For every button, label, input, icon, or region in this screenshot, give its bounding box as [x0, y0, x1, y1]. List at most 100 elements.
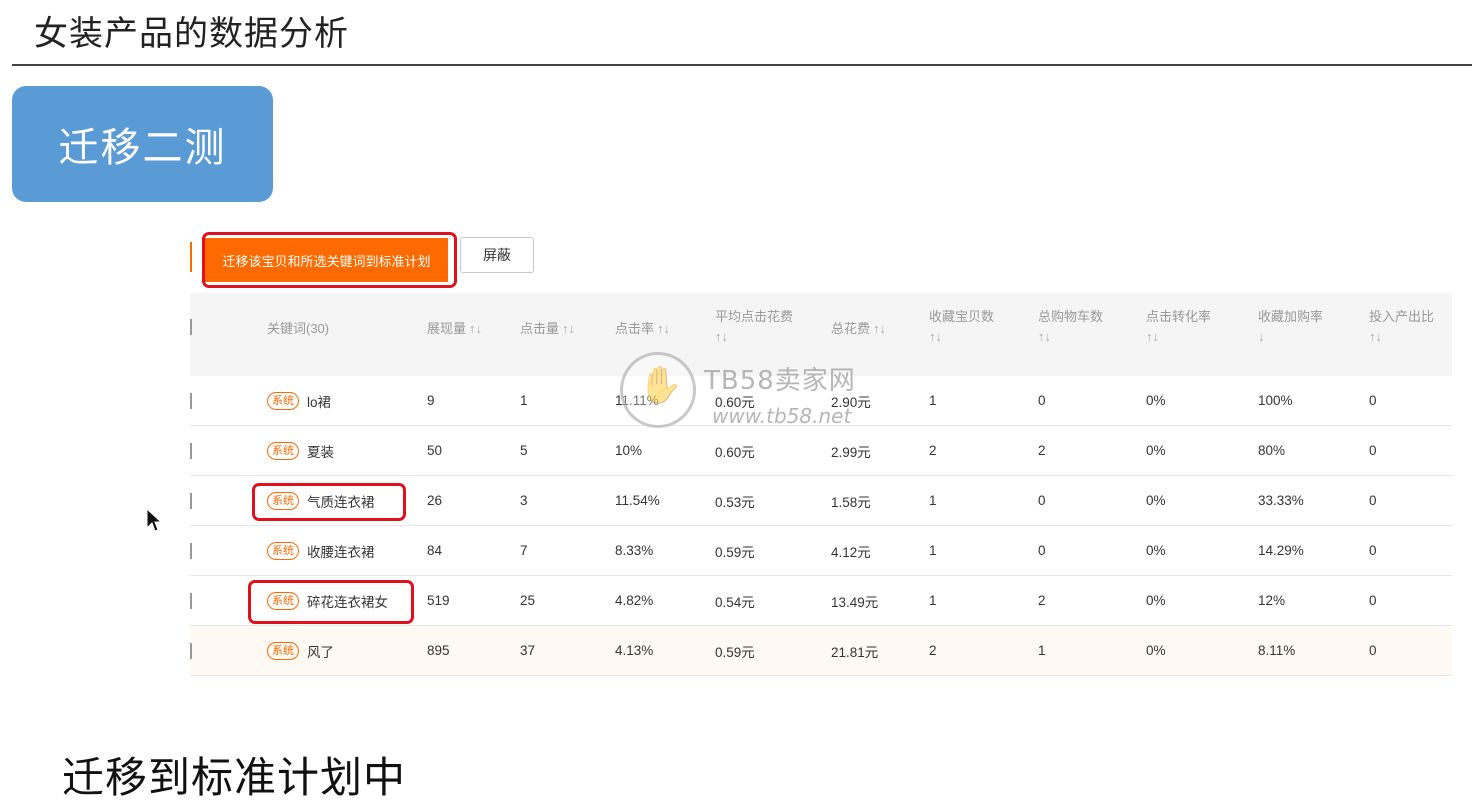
fav-items-cell: 1 [929, 475, 1038, 526]
ctr-cell: 8.33% [615, 525, 715, 576]
row-checkbox[interactable] [190, 575, 267, 626]
keyword-cell: 系统 夏装 [267, 425, 427, 476]
system-tag: 系统 [267, 541, 299, 560]
table-row: 系统 lo裙 9 1 11.11% 0.60元 2.90元 1 0 0% 100%… [190, 376, 1452, 426]
roi-cell: 0 [1369, 376, 1452, 426]
keyword-cell: 系统 气质连衣裙 [252, 475, 427, 526]
roi-cell: 0 [1369, 575, 1452, 626]
table-row: 系统 夏装 50 5 10% 0.60元 2.99元 2 2 0% 80% 0 [190, 425, 1452, 476]
tab-stub [190, 242, 192, 272]
clicks-cell: 7 [520, 525, 615, 576]
impressions-cell: 519 [427, 575, 520, 626]
ctr-cell: 11.11% [615, 376, 715, 426]
ctr-cell: 4.82% [615, 575, 715, 626]
clicks-cell: 37 [520, 625, 615, 676]
col-header-clicks[interactable]: 点击量 ↑↓ [520, 293, 615, 376]
fav-items-cell: 1 [929, 525, 1038, 576]
roi-cell: 0 [1369, 425, 1452, 476]
shield-button[interactable]: 屏蔽 [460, 237, 534, 273]
impressions-cell: 50 [427, 425, 520, 476]
impressions-cell: 84 [427, 525, 520, 576]
total-cost-cell: 2.99元 [831, 425, 929, 476]
col-header-fav-cart-rate[interactable]: 收藏加购率 ↓ [1258, 293, 1369, 376]
avg-cpc-cell: 0.59元 [715, 525, 831, 576]
fav-cart-rate-cell: 8.11% [1258, 625, 1369, 676]
page-title: 女装产品的数据分析 [34, 14, 349, 54]
col-header-cvr[interactable]: 点击转化率 ↑↓ [1146, 293, 1258, 376]
impressions-cell: 895 [427, 625, 520, 676]
row-checkbox[interactable] [190, 425, 267, 476]
row-checkbox[interactable] [190, 475, 267, 526]
impressions-cell: 26 [427, 475, 520, 526]
table-row: 系统 碎花连衣裙女 519 25 4.82% 0.54元 13.49元 1 2 0… [190, 575, 1452, 626]
section-badge: 迁移二测 [12, 86, 273, 202]
total-cost-cell: 2.90元 [831, 376, 929, 426]
cvr-cell: 0% [1146, 475, 1258, 526]
clicks-cell: 1 [520, 376, 615, 426]
system-tag: 系统 [267, 641, 299, 660]
cart-cell: 0 [1038, 376, 1146, 426]
fav-cart-rate-cell: 33.33% [1258, 475, 1369, 526]
clicks-cell: 25 [520, 575, 615, 626]
total-cost-cell: 1.58元 [831, 475, 929, 526]
table-row: 系统 气质连衣裙 26 3 11.54% 0.53元 1.58元 1 0 0% 3… [190, 475, 1452, 526]
fav-cart-rate-cell: 12% [1258, 575, 1369, 626]
total-cost-cell: 13.49元 [831, 575, 929, 626]
table-row: 系统 收腰连衣裙 84 7 8.33% 0.59元 4.12元 1 0 0% 14… [190, 525, 1452, 576]
avg-cpc-cell: 0.59元 [715, 625, 831, 676]
clicks-cell: 3 [520, 475, 615, 526]
keyword-cell: 系统 碎花连衣裙女 [248, 575, 427, 626]
system-tag: 系统 [267, 591, 299, 610]
ctr-cell: 4.13% [615, 625, 715, 676]
avg-cpc-cell: 0.60元 [715, 425, 831, 476]
col-header-fav-items[interactable]: 收藏宝贝数 ↑↓ [929, 293, 1038, 376]
fav-items-cell: 2 [929, 625, 1038, 676]
cart-cell: 0 [1038, 525, 1146, 576]
fav-items-cell: 2 [929, 425, 1038, 476]
section-badge-label: 迁移二测 [58, 125, 227, 171]
col-header-cart[interactable]: 总购物车数 ↑↓ [1038, 293, 1146, 376]
col-header-ctr[interactable]: 点击率 ↑↓ [615, 293, 715, 376]
fav-cart-rate-cell: 100% [1258, 376, 1369, 426]
ctr-cell: 11.54% [615, 475, 715, 526]
row-checkbox[interactable] [190, 376, 267, 426]
cart-cell: 1 [1038, 625, 1146, 676]
cvr-cell: 0% [1146, 425, 1258, 476]
row-checkbox[interactable] [190, 525, 267, 576]
table-row: 系统 风了 895 37 4.13% 0.59元 21.81元 2 1 0% 8.… [190, 625, 1452, 676]
avg-cpc-cell: 0.54元 [715, 575, 831, 626]
fav-cart-rate-cell: 14.29% [1258, 525, 1369, 576]
avg-cpc-cell: 0.60元 [715, 376, 831, 426]
col-header-keyword: 关键词(30) [267, 293, 427, 376]
row-checkbox[interactable] [190, 625, 267, 676]
mouse-pointer-icon [146, 507, 163, 538]
table-header-row: 关键词(30) 展现量 ↑↓ 点击量 ↑↓ 点击率 ↑↓ 平均点击花费 ↑↓ 总花费 ↑↓… [190, 293, 1452, 376]
cart-cell: 2 [1038, 575, 1146, 626]
bottom-caption: 迁移到标准计划中 [62, 753, 407, 802]
keyword-cell: 系统 风了 [267, 625, 427, 676]
avg-cpc-cell: 0.53元 [715, 475, 831, 526]
keyword-cell: 系统 收腰连衣裙 [267, 525, 427, 576]
ctr-cell: 10% [615, 425, 715, 476]
fav-items-cell: 1 [929, 376, 1038, 426]
total-cost-cell: 21.81元 [831, 625, 929, 676]
roi-cell: 0 [1369, 525, 1452, 576]
col-header-roi[interactable]: 投入产出比 ↑↓ [1369, 293, 1452, 376]
col-header-total-cost[interactable]: 总花费 ↑↓ [831, 293, 929, 376]
keyword-cell: 系统 lo裙 [267, 376, 427, 426]
clicks-cell: 5 [520, 425, 615, 476]
title-divider [12, 64, 1472, 66]
select-all-checkbox[interactable] [190, 293, 267, 376]
system-tag: 系统 [267, 441, 299, 460]
roi-cell: 0 [1369, 625, 1452, 676]
cvr-cell: 0% [1146, 625, 1258, 676]
fav-cart-rate-cell: 80% [1258, 425, 1369, 476]
col-header-impressions[interactable]: 展现量 ↑↓ [427, 293, 520, 376]
cvr-cell: 0% [1146, 575, 1258, 626]
system-tag: 系统 [267, 391, 299, 410]
keyword-panel: 迁移该宝贝和所选关键词到标准计划 屏蔽 关键词(30) 展现量 ↑↓ 点击量 ↑↓ … [190, 228, 1452, 676]
col-header-avg-cpc[interactable]: 平均点击花费 ↑↓ [715, 293, 831, 376]
keyword-table: 关键词(30) 展现量 ↑↓ 点击量 ↑↓ 点击率 ↑↓ 平均点击花费 ↑↓ 总花费 ↑↓… [190, 293, 1452, 676]
migrate-to-standard-plan-button[interactable]: 迁移该宝贝和所选关键词到标准计划 [205, 238, 448, 282]
system-tag: 系统 [267, 491, 299, 510]
